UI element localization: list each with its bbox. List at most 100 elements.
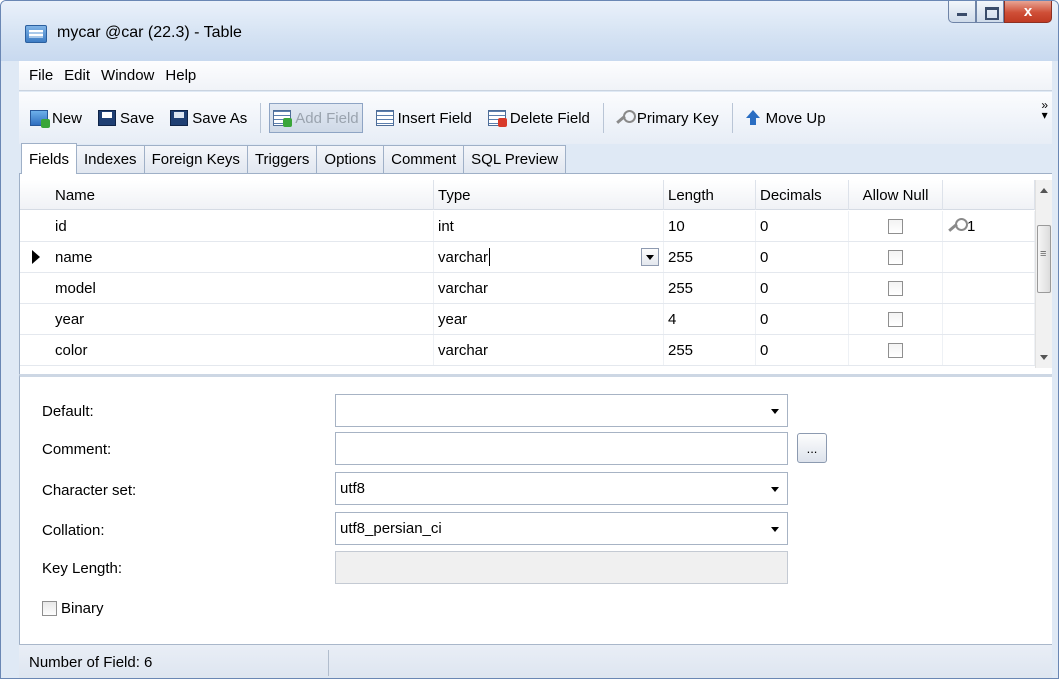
row-indicator [20, 211, 51, 241]
allow-null-checkbox[interactable] [888, 249, 903, 265]
field-name-cell[interactable]: id [51, 211, 434, 241]
title-bar[interactable]: mycar @car (22.3) - Table x [1, 1, 1058, 61]
insert-field-icon [375, 110, 394, 126]
character-set-label: Character set: [42, 482, 137, 499]
column-header-length[interactable]: Length [664, 180, 756, 210]
table-row[interactable]: color varchar 255 0 [20, 335, 1035, 366]
type-dropdown-button[interactable] [641, 248, 659, 266]
grid-vertical-scrollbar[interactable] [1035, 180, 1052, 368]
field-count-status: Number of Field: 6 [19, 649, 329, 676]
tab-fields[interactable]: Fields [21, 143, 78, 174]
primary-key-cell[interactable] [943, 335, 1035, 365]
save-button[interactable]: Save [95, 103, 157, 133]
tab-indexes[interactable]: Indexes [76, 145, 145, 173]
field-name-cell[interactable]: year [51, 304, 434, 334]
primary-key-button[interactable]: Primary Key [612, 103, 722, 133]
table-row[interactable]: name varchar 255 0 [20, 242, 1035, 273]
field-decimals-cell[interactable]: 0 [756, 211, 849, 241]
comment-label: Comment: [42, 441, 112, 458]
field-decimals-cell[interactable]: 0 [756, 273, 849, 303]
current-row-pointer-icon [31, 250, 40, 264]
delete-field-button[interactable]: Delete Field [485, 103, 593, 133]
save-as-button[interactable]: Save As [167, 103, 250, 133]
arrow-up-icon [744, 110, 762, 126]
field-type-cell[interactable]: varchar [434, 273, 664, 303]
allow-null-checkbox[interactable] [888, 311, 903, 327]
column-header-allow-null[interactable]: Allow Null [849, 180, 943, 210]
field-type-cell[interactable]: varchar [434, 242, 664, 272]
comment-input[interactable] [335, 432, 788, 465]
field-length-cell[interactable]: 4 [664, 304, 756, 334]
close-button[interactable]: x [1004, 1, 1052, 23]
field-name-cell[interactable]: color [51, 335, 434, 365]
menu-edit[interactable]: Edit [64, 67, 90, 84]
primary-key-cell[interactable] [943, 242, 1035, 272]
table-row[interactable]: model varchar 255 0 [20, 273, 1035, 304]
field-length-cell[interactable]: 255 [664, 335, 756, 365]
allow-null-checkbox[interactable] [888, 342, 903, 358]
field-length-cell[interactable]: 255 [664, 273, 756, 303]
window-controls: x [948, 1, 1052, 27]
insert-field-label: Insert Field [397, 109, 472, 127]
binary-checkbox[interactable] [42, 601, 57, 616]
field-type-cell[interactable]: year [434, 304, 664, 334]
tab-foreign-keys[interactable]: Foreign Keys [143, 145, 248, 173]
status-bar: Number of Field: 6 [19, 644, 1052, 678]
menu-bar: File Edit Window Help [19, 61, 1052, 91]
new-button[interactable]: New [27, 103, 85, 133]
add-field-label: Add Field [295, 109, 359, 127]
chevron-down-icon[interactable] [771, 487, 779, 492]
menu-window[interactable]: Window [101, 67, 154, 84]
character-set-combobox[interactable]: utf8 [335, 472, 788, 505]
field-length-cell[interactable]: 255 [664, 242, 756, 272]
field-type-cell[interactable]: int [434, 211, 664, 241]
primary-key-cell[interactable]: 1 [943, 211, 1035, 241]
character-set-value: utf8 [340, 480, 366, 497]
allow-null-checkbox[interactable] [888, 218, 903, 234]
scrollbar-thumb[interactable] [1037, 225, 1051, 293]
field-length-cell[interactable]: 10 [664, 211, 756, 241]
collation-label: Collation: [42, 522, 105, 539]
field-decimals-cell[interactable]: 0 [756, 335, 849, 365]
default-combobox[interactable] [335, 394, 788, 427]
add-field-button[interactable]: Add Field [269, 103, 363, 133]
minimize-button[interactable] [948, 1, 976, 23]
tab-triggers[interactable]: Triggers [246, 145, 318, 173]
field-decimals-cell[interactable]: 0 [756, 242, 849, 272]
scroll-down-arrow-icon[interactable] [1040, 355, 1048, 360]
chevron-down-icon: ▾ [1041, 108, 1048, 122]
scroll-up-arrow-icon[interactable] [1040, 188, 1048, 193]
collation-combobox[interactable]: utf8_persian_ci [335, 512, 788, 545]
allow-null-cell [849, 273, 943, 303]
add-field-icon [273, 110, 293, 127]
insert-field-button[interactable]: Insert Field [373, 103, 475, 133]
column-header-name[interactable]: Name [51, 180, 434, 210]
toolbar-overflow-button[interactable]: » ▾ [1041, 99, 1048, 122]
tab-sql-preview[interactable]: SQL Preview [463, 145, 567, 173]
window-title: mycar @car (22.3) - Table [57, 24, 242, 41]
field-decimals-cell[interactable]: 0 [756, 304, 849, 334]
menu-help[interactable]: Help [165, 67, 196, 84]
primary-key-cell[interactable] [943, 273, 1035, 303]
menu-file[interactable]: File [29, 67, 53, 84]
column-header-decimals[interactable]: Decimals [756, 180, 849, 210]
primary-key-cell[interactable] [943, 304, 1035, 334]
field-name-cell[interactable]: name [51, 242, 434, 272]
binary-option[interactable]: Binary [42, 600, 104, 617]
move-up-button[interactable]: Move Up [741, 103, 829, 133]
chevron-down-icon[interactable] [771, 409, 779, 414]
table-row[interactable]: id int 10 0 1 [20, 211, 1035, 242]
allow-null-checkbox[interactable] [888, 280, 903, 296]
field-type-cell[interactable]: varchar [434, 335, 664, 365]
tab-comment[interactable]: Comment [383, 145, 465, 173]
column-header-type[interactable]: Type [434, 180, 664, 210]
maximize-button[interactable] [976, 1, 1004, 23]
table-row[interactable]: year year 4 0 [20, 304, 1035, 335]
new-table-icon [30, 110, 50, 128]
tab-options[interactable]: Options [316, 145, 385, 173]
field-type-editor[interactable]: varchar [438, 249, 488, 266]
chevron-down-icon[interactable] [771, 527, 779, 532]
field-name-cell[interactable]: model [51, 273, 434, 303]
comment-edit-button[interactable]: ... [797, 433, 827, 463]
default-label: Default: [42, 403, 94, 420]
